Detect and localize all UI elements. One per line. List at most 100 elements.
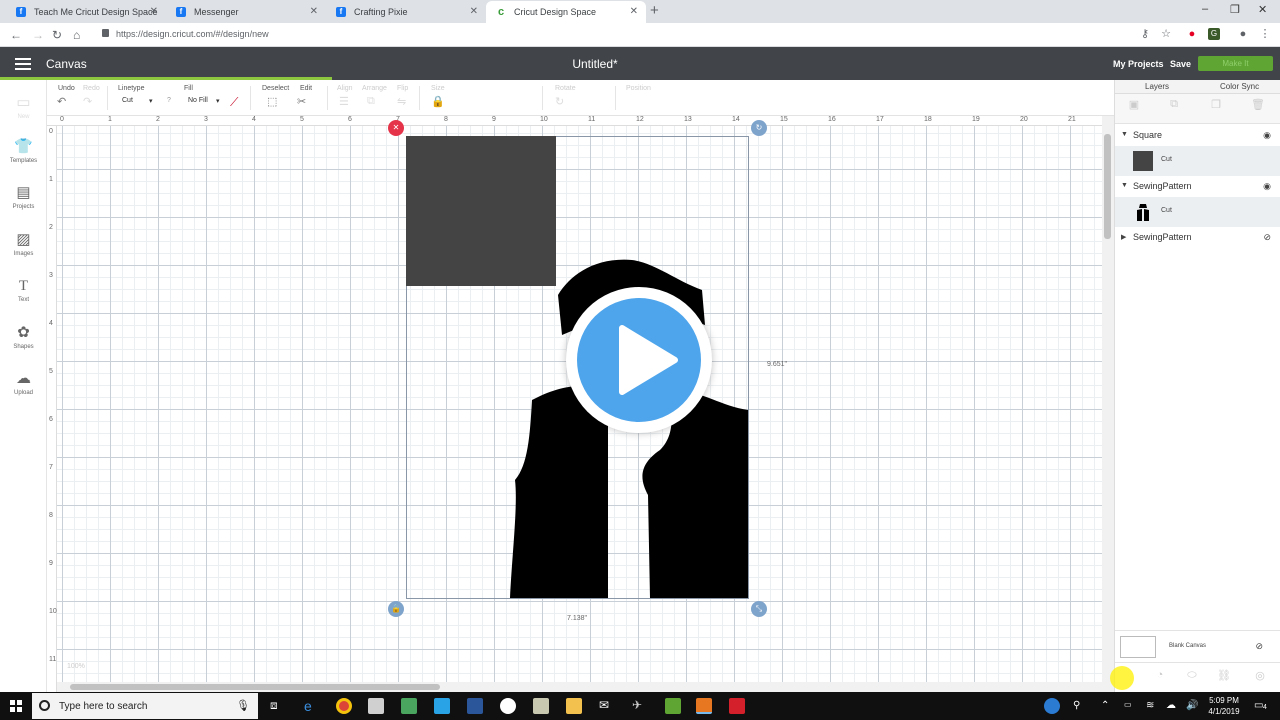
layer-sewing-pattern-2[interactable]: ▶ SewingPattern ⊘: [1115, 228, 1280, 248]
chevron-down-icon[interactable]: ▾: [149, 97, 153, 105]
rotate-icon[interactable]: ↻: [555, 95, 564, 108]
account-icon[interactable]: ●: [1237, 28, 1249, 40]
document-title[interactable]: Untitled*: [540, 57, 650, 71]
star-icon[interactable]: ☆: [1160, 28, 1172, 40]
chevron-down-icon[interactable]: ▼: [1121, 131, 1128, 138]
contour-icon[interactable]: ◎: [1249, 669, 1271, 689]
chevron-down-icon[interactable]: ▾: [216, 97, 220, 105]
horizontal-scroll-thumb[interactable]: [70, 684, 440, 690]
sidebar-item-templates[interactable]: 👕 Templates: [0, 138, 47, 164]
video-play-button[interactable]: [566, 287, 712, 433]
align-icon[interactable]: ☰: [339, 95, 349, 108]
sidebar-item-text[interactable]: T Text: [0, 277, 47, 303]
eye-icon[interactable]: ◉: [1263, 181, 1271, 192]
window-close-icon[interactable]: ✕: [1258, 3, 1267, 16]
forward-icon[interactable]: →: [32, 28, 44, 42]
home-icon[interactable]: ⌂: [73, 28, 80, 42]
layer-sewing-pattern-1[interactable]: ▼ SewingPattern ◉: [1115, 177, 1280, 197]
attach-icon[interactable]: ⛓: [1213, 669, 1235, 689]
close-tab-icon[interactable]: ✕: [310, 1, 318, 23]
undo-icon[interactable]: ↶: [57, 95, 66, 108]
more-menu-icon[interactable]: ⋮: [1259, 28, 1271, 40]
slice-icon[interactable]: ◔: [1149, 669, 1171, 689]
scissors-icon[interactable]: ✂: [297, 95, 306, 108]
sidebar-item-shapes[interactable]: ✿ Shapes: [0, 324, 47, 350]
photos-icon[interactable]: [434, 698, 450, 714]
volume-icon[interactable]: 🔊: [1186, 700, 1198, 711]
wifi-icon[interactable]: ≋: [1146, 700, 1154, 711]
contact-icon[interactable]: [533, 698, 549, 714]
tab-layers[interactable]: Layers: [1145, 82, 1169, 91]
tab-color-sync[interactable]: Color Sync: [1220, 82, 1259, 91]
app-icon[interactable]: [500, 698, 516, 714]
onedrive-icon[interactable]: ☁: [1166, 700, 1176, 711]
tray-app-icon[interactable]: ▭: [1124, 700, 1132, 709]
layer-square-cut[interactable]: Cut: [1115, 146, 1280, 176]
close-tab-icon[interactable]: ✕: [150, 1, 158, 23]
browser-tab-crafting-pixie[interactable]: f Crafting Pixie ✕: [326, 1, 486, 23]
linetype-select[interactable]: Cut: [122, 97, 133, 104]
chrome-icon[interactable]: [336, 698, 352, 714]
microphone-icon[interactable]: 🎙: [236, 699, 250, 712]
app-icon[interactable]: ✈: [632, 698, 648, 714]
url-text[interactable]: https://design.cricut.com/#/design/new: [116, 29, 269, 39]
ungroup-icon[interactable]: ⧉: [1163, 98, 1185, 118]
tray-icon[interactable]: ⚲: [1073, 700, 1080, 711]
vertical-scroll-thumb[interactable]: [1104, 134, 1111, 239]
acrobat-icon[interactable]: [729, 698, 745, 714]
layer-square[interactable]: ▼ Square ◉: [1115, 126, 1280, 146]
tray-expand-icon[interactable]: ⌃: [1101, 700, 1109, 711]
minimize-icon[interactable]: –: [1202, 3, 1208, 15]
sidebar-item-projects[interactable]: ▤ Projects: [0, 184, 47, 210]
app-icon[interactable]: [368, 698, 384, 714]
lock-handle-icon[interactable]: 🔒: [388, 601, 404, 617]
fill-select[interactable]: No Fill: [188, 97, 208, 104]
group-icon[interactable]: ▣: [1123, 98, 1145, 118]
sidebar-item-new[interactable]: ▭ New: [0, 94, 47, 120]
windows-start-icon[interactable]: [10, 700, 22, 712]
store-icon[interactable]: [401, 698, 417, 714]
pinterest-icon[interactable]: ●: [1186, 28, 1198, 40]
taskbar-clock[interactable]: 5:09 PM 4/1/2019: [1204, 695, 1244, 717]
resize-handle-icon[interactable]: ⤡: [751, 601, 767, 617]
deselect-icon[interactable]: ⬚: [267, 95, 277, 108]
extension-icon[interactable]: G: [1208, 28, 1220, 40]
browser-tab-cricut[interactable]: c Cricut Design Space ✕: [486, 1, 646, 23]
edge-icon[interactable]: e: [304, 698, 320, 714]
mail-icon[interactable]: ✉: [599, 698, 615, 714]
restore-icon[interactable]: ❐: [1230, 3, 1240, 16]
task-view-icon[interactable]: ⧈: [270, 698, 286, 714]
layer-sewing-pattern-cut[interactable]: Cut: [1115, 197, 1280, 227]
taskbar-search[interactable]: Type here to search 🎙: [32, 693, 258, 719]
chevron-down-icon[interactable]: ▼: [1121, 182, 1128, 189]
weld-icon[interactable]: ⬭: [1181, 669, 1203, 689]
arrange-icon[interactable]: ⧉: [367, 95, 375, 108]
eye-icon[interactable]: ◉: [1263, 130, 1271, 141]
my-projects-button[interactable]: My Projects: [1113, 59, 1164, 69]
redo-icon[interactable]: ↷: [83, 95, 92, 108]
tray-app-icon[interactable]: [1044, 698, 1060, 714]
zoom-level[interactable]: 100%: [67, 663, 85, 670]
eye-hidden-icon[interactable]: ⊘: [1255, 641, 1263, 652]
browser-tab-teach-me[interactable]: f Teach Me Cricut Design Space ✕: [6, 1, 166, 23]
folder-icon[interactable]: [566, 698, 582, 714]
lock-ratio-icon[interactable]: 🔒: [431, 95, 445, 108]
help-icon[interactable]: ?: [167, 97, 171, 104]
sidebar-item-images[interactable]: ▨ Images: [0, 231, 47, 257]
close-tab-icon[interactable]: ✕: [470, 1, 478, 23]
back-icon[interactable]: ←: [10, 28, 22, 42]
reload-icon[interactable]: ↻: [52, 28, 62, 42]
vertical-scrollbar[interactable]: [1102, 116, 1114, 692]
delete-handle-icon[interactable]: ✕: [388, 120, 404, 136]
horizontal-scrollbar[interactable]: [57, 682, 1102, 692]
duplicate-icon[interactable]: ❐: [1205, 98, 1227, 118]
sidebar-item-upload[interactable]: ☁ Upload: [0, 370, 47, 396]
flip-icon[interactable]: ⇋: [397, 95, 406, 108]
delete-icon[interactable]: 🗑: [1247, 98, 1269, 118]
word-icon[interactable]: [467, 698, 483, 714]
new-tab-icon[interactable]: +: [650, 2, 659, 19]
chevron-right-icon[interactable]: ▶: [1121, 233, 1126, 241]
browser-tab-messenger[interactable]: f Messenger ✕: [166, 1, 326, 23]
blank-canvas-row[interactable]: Blank Canvas ⊘: [1115, 630, 1280, 662]
make-it-button[interactable]: Make It: [1198, 56, 1273, 71]
